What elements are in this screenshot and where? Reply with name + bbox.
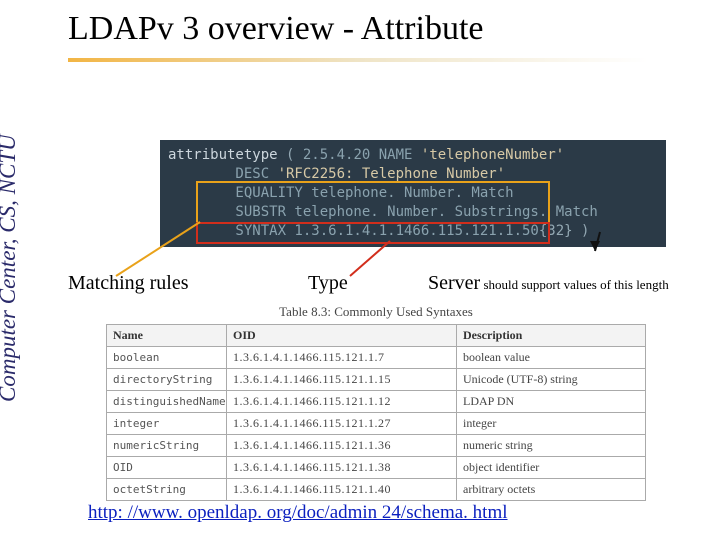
annotation-matching-rules: Matching rules	[68, 272, 308, 295]
highlight-orange	[196, 181, 550, 224]
code-text: 2.5.4.20 NAME	[303, 147, 421, 163]
code-paren: (	[286, 147, 303, 163]
page-number: 12	[8, 510, 26, 526]
cell-name: octetString	[107, 479, 227, 501]
code-kw: attributetype	[168, 147, 286, 163]
annotation-type: Type	[308, 272, 428, 295]
code-text: DESC	[168, 166, 278, 182]
cell-desc: Unicode (UTF-8) string	[457, 369, 646, 391]
cell-desc: object identifier	[457, 457, 646, 479]
cell-desc: integer	[457, 413, 646, 435]
cell-oid: 1.3.6.1.4.1.1466.115.121.1.12	[227, 391, 457, 413]
table-row: boolean 1.3.6.1.4.1.1466.115.121.1.7 boo…	[107, 347, 646, 369]
code-string: 'telephoneNumber'	[421, 147, 564, 163]
side-affiliation: Computer Center, CS, NCTU	[0, 2, 27, 402]
cell-oid: 1.3.6.1.4.1.1466.115.121.1.7	[227, 347, 457, 369]
code-string: 'RFC2256: Telephone Number'	[278, 166, 506, 182]
table-caption: Table 8.3: Commonly Used Syntaxes	[106, 304, 646, 320]
th-oid: OID	[227, 325, 457, 347]
annotations-row: Matching rules Type Server should suppor…	[68, 272, 708, 295]
table-row: octetString 1.3.6.1.4.1.1466.115.121.1.4…	[107, 479, 646, 501]
cell-name: integer	[107, 413, 227, 435]
footer-link[interactable]: http: //www. openldap. org/doc/admin 24/…	[88, 502, 508, 524]
highlight-red	[196, 222, 550, 244]
cell-oid: 1.3.6.1.4.1.1466.115.121.1.27	[227, 413, 457, 435]
cell-name: numericString	[107, 435, 227, 457]
title-underline	[68, 58, 648, 62]
table-row: directoryString 1.3.6.1.4.1.1466.115.121…	[107, 369, 646, 391]
cell-name: distinguishedName	[107, 391, 227, 413]
cell-oid: 1.3.6.1.4.1.1466.115.121.1.36	[227, 435, 457, 457]
syntax-table: Name OID Description boolean 1.3.6.1.4.1…	[106, 324, 646, 501]
cell-desc: arbitrary octets	[457, 479, 646, 501]
table-row: integer 1.3.6.1.4.1.1466.115.121.1.27 in…	[107, 413, 646, 435]
syntax-table-wrap: Table 8.3: Commonly Used Syntaxes Name O…	[106, 304, 646, 501]
table-row: distinguishedName 1.3.6.1.4.1.1466.115.1…	[107, 391, 646, 413]
cell-desc: LDAP DN	[457, 391, 646, 413]
annotation-server-lead: Server	[428, 272, 480, 294]
table-header-row: Name OID Description	[107, 325, 646, 347]
table-row: numericString 1.3.6.1.4.1.1466.115.121.1…	[107, 435, 646, 457]
annotation-server-length: Server should support values of this len…	[428, 272, 708, 295]
cell-oid: 1.3.6.1.4.1.1466.115.121.1.40	[227, 479, 457, 501]
cell-name: directoryString	[107, 369, 227, 391]
page-title: LDAPv 3 overview - Attribute	[68, 10, 484, 48]
cell-oid: 1.3.6.1.4.1.1466.115.121.1.15	[227, 369, 457, 391]
table-row: OID 1.3.6.1.4.1.1466.115.121.1.38 object…	[107, 457, 646, 479]
cell-oid: 1.3.6.1.4.1.1466.115.121.1.38	[227, 457, 457, 479]
annotation-server-rest: should support values of this length	[480, 277, 669, 292]
th-name: Name	[107, 325, 227, 347]
cell-desc: boolean value	[457, 347, 646, 369]
cell-name: boolean	[107, 347, 227, 369]
th-desc: Description	[457, 325, 646, 347]
cell-desc: numeric string	[457, 435, 646, 457]
cell-name: OID	[107, 457, 227, 479]
slide: Computer Center, CS, NCTU 12 LDAPv 3 ove…	[0, 0, 720, 540]
